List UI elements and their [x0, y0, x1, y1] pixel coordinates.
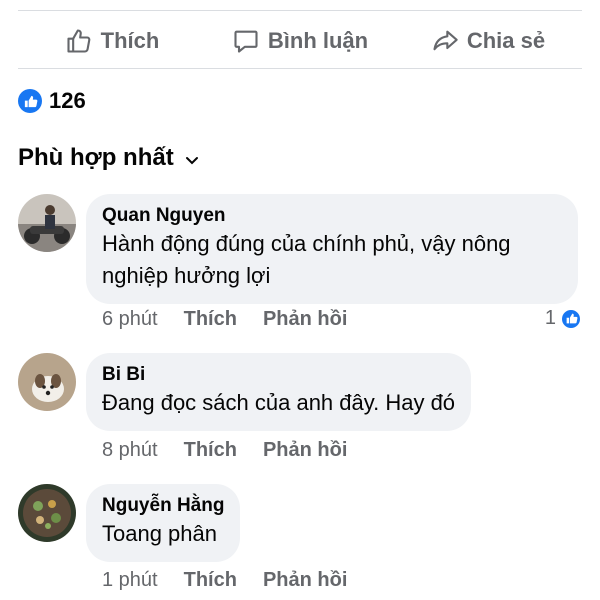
avatar[interactable] [18, 353, 76, 411]
action-divider [18, 68, 582, 69]
thumbs-up-icon [67, 29, 91, 53]
comment-bubble: Nguyễn Hằng Toang phân [86, 484, 241, 562]
chevron-down-icon [185, 156, 198, 164]
share-button[interactable]: Chia sẻ [394, 27, 582, 55]
comment-meta: 6 phút Thích Phản hồi [102, 308, 347, 331]
top-divider [18, 10, 582, 11]
share-button-label: Chia sẻ [466, 28, 546, 53]
comment-button-label: Bình luận [267, 28, 369, 53]
comment-reaction-number: 1 [544, 307, 556, 329]
comment-like-button[interactable]: Thích [184, 439, 237, 462]
like-button[interactable]: Thích [18, 27, 206, 55]
comment-like-button[interactable]: Thích [184, 569, 237, 592]
comment-text: Toang phân [102, 521, 217, 546]
comment-sort-dropdown[interactable]: Phù hợp nhất [18, 144, 200, 172]
avatar[interactable] [18, 194, 76, 252]
comment-author[interactable]: Bi Bi [102, 363, 455, 387]
reaction-summary[interactable]: 126 [18, 88, 86, 114]
comment-reply-button[interactable]: Phản hồi [263, 569, 347, 592]
comment-text: Đang đọc sách của anh đây. Hay đó [102, 390, 456, 415]
reaction-count: 126 [49, 88, 86, 113]
comment-text: Hành động đúng của chính phủ, vậy nông n… [102, 231, 511, 288]
comment-meta: 8 phút Thích Phản hồi [102, 439, 347, 462]
comment-author[interactable]: Quan Nguyen [102, 204, 562, 228]
post-action-bar: Thích Bình luận Chia sẻ [18, 16, 582, 66]
comment-meta: 1 phút Thích Phản hồi [102, 569, 347, 592]
comment-button[interactable]: Bình luận [206, 27, 394, 55]
comment-time[interactable]: 8 phút [102, 439, 158, 462]
comment-time[interactable]: 1 phút [102, 569, 158, 592]
comment-author[interactable]: Nguyễn Hằng [102, 494, 224, 518]
like-reaction-icon [560, 307, 582, 330]
comment-like-button[interactable]: Thích [184, 308, 237, 331]
comment-bubble: Quan Nguyen Hành động đúng của chính phủ… [86, 194, 578, 304]
share-icon [433, 30, 458, 51]
like-button-label: Thích [100, 28, 160, 53]
like-reaction-icon [18, 89, 42, 113]
comment-reply-button[interactable]: Phản hồi [263, 308, 347, 331]
comment-reaction-count[interactable]: 1 [545, 307, 582, 330]
comment-reply-button[interactable]: Phản hồi [263, 439, 347, 462]
comment-time[interactable]: 6 phút [102, 308, 158, 331]
comment-icon [234, 30, 258, 53]
sort-label: Phù hợp nhất [18, 144, 174, 171]
avatar[interactable] [18, 484, 76, 542]
comment-bubble: Bi Bi Đang đọc sách của anh đây. Hay đó [86, 353, 472, 431]
